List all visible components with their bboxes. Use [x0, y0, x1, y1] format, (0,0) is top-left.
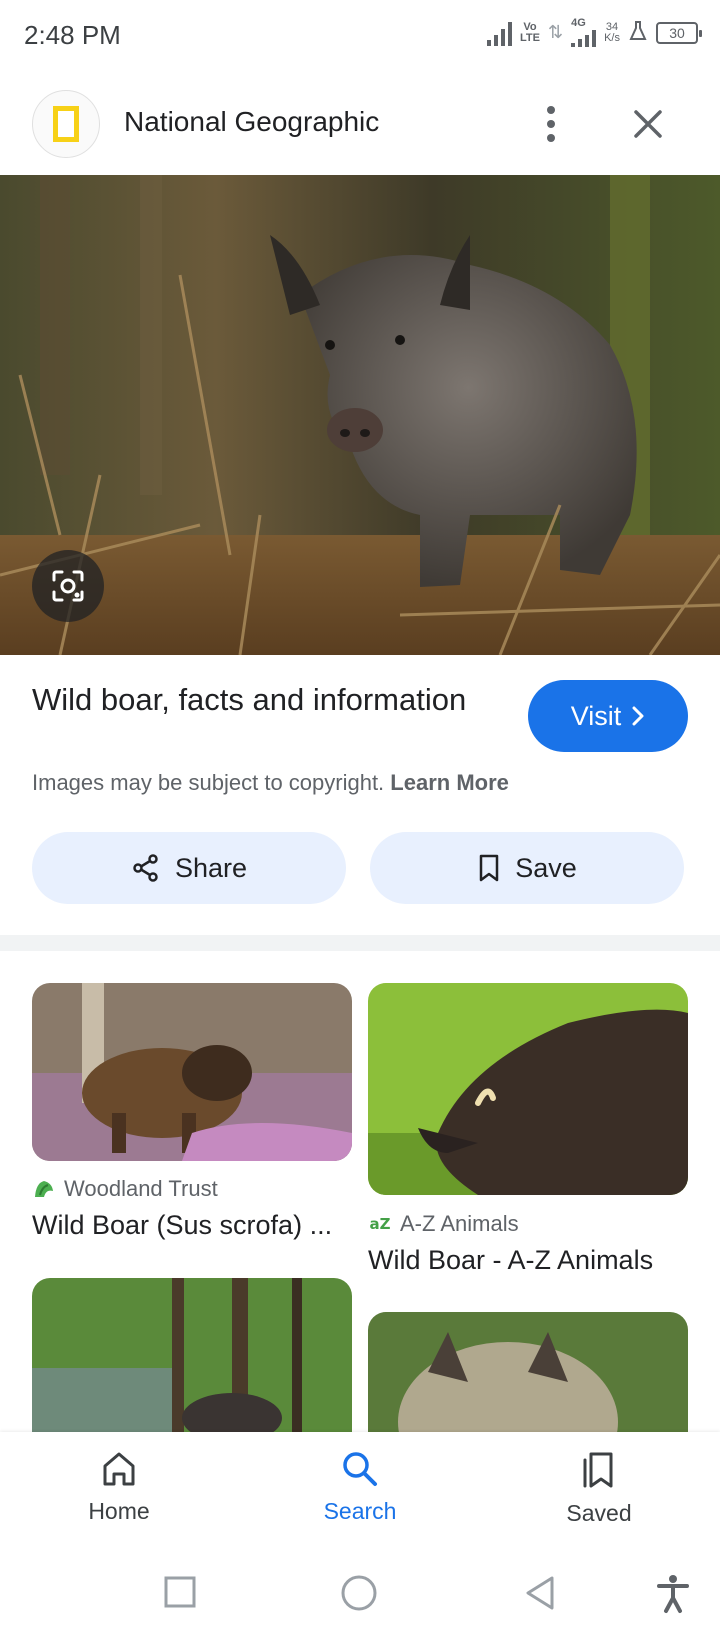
bottom-nav: Home Search Saved — [0, 1432, 720, 1548]
copyright-notice: Images may be subject to copyright. Lear… — [32, 770, 509, 795]
flask-icon — [628, 20, 648, 45]
svg-text:aZ: aZ — [370, 1215, 391, 1233]
nav-saved[interactable]: Saved — [529, 1450, 669, 1527]
site-name[interactable]: National Geographic — [124, 106, 379, 138]
related-source-1[interactable]: Woodland Trust — [32, 1176, 218, 1202]
share-icon — [133, 854, 158, 882]
related-source-2-name: A-Z Animals — [400, 1211, 519, 1236]
net-type-label: 4G — [571, 17, 586, 29]
nav-saved-label: Saved — [566, 1500, 632, 1526]
signal-icon — [487, 20, 513, 46]
close-icon[interactable] — [628, 104, 668, 144]
data-arrows-icon: ⇅ — [548, 22, 564, 42]
saved-collections-icon — [583, 1452, 613, 1488]
chevron-right-icon — [632, 706, 644, 726]
status-bar: 2:48 PM Vo LTE ⇅ 4G 34 K/s 30 — [0, 0, 720, 72]
search-icon — [343, 1452, 377, 1486]
learn-more-link[interactable]: Learn More — [390, 770, 509, 795]
signal-4g: 4G — [571, 17, 597, 47]
related-source-1-name: Woodland Trust — [64, 1176, 218, 1201]
result-title: Wild boar, facts and information — [32, 682, 467, 717]
related-image-3[interactable] — [32, 1278, 352, 1438]
nav-search[interactable]: Search — [290, 1450, 430, 1525]
net-speed: 34 K/s — [604, 20, 620, 44]
related-image-1[interactable] — [32, 983, 352, 1161]
result-header: National Geographic — [0, 84, 720, 174]
status-time: 2:48 PM — [24, 20, 121, 50]
az-animals-icon: aZ — [369, 1214, 391, 1234]
recents-icon[interactable] — [162, 1574, 198, 1610]
related-title-1[interactable]: Wild Boar (Sus scrofa) ... — [32, 1210, 352, 1241]
accessibility-icon[interactable] — [656, 1574, 690, 1614]
volte-indicator: Vo LTE — [520, 20, 540, 44]
visit-label: Visit — [570, 700, 622, 731]
battery-icon: 30 — [656, 21, 702, 44]
bookmark-icon — [479, 854, 499, 882]
nav-search-label: Search — [323, 1498, 397, 1524]
wild-boar-photo — [0, 175, 720, 655]
share-label: Share — [174, 852, 248, 883]
google-lens-button[interactable] — [32, 550, 104, 622]
natgeo-logo-icon — [53, 106, 79, 142]
main-image[interactable] — [0, 175, 720, 655]
system-nav-bar — [0, 1548, 720, 1640]
battery-level: 30 — [669, 24, 685, 41]
nav-home[interactable]: Home — [49, 1450, 189, 1525]
related-image-2[interactable] — [368, 983, 688, 1195]
home-icon — [103, 1452, 135, 1486]
related-title-2[interactable]: Wild Boar - A-Z Animals — [368, 1245, 688, 1276]
related-image-4[interactable] — [368, 1312, 688, 1438]
section-divider — [0, 935, 720, 951]
home-circle-icon[interactable] — [340, 1574, 378, 1612]
status-icons: Vo LTE ⇅ 4G 34 K/s 30 — [487, 17, 702, 47]
back-icon[interactable] — [522, 1574, 558, 1612]
related-source-2[interactable]: aZ A-Z Animals — [368, 1211, 519, 1237]
lens-icon — [52, 570, 84, 602]
share-button[interactable]: Share — [32, 832, 346, 904]
visit-button[interactable]: Visit — [528, 680, 688, 752]
natgeo-logo[interactable] — [32, 90, 100, 158]
save-button[interactable]: Save — [370, 832, 684, 904]
save-label: Save — [515, 852, 577, 883]
more-options-icon[interactable] — [536, 102, 566, 146]
woodland-trust-icon — [35, 1181, 53, 1197]
nav-home-label: Home — [88, 1498, 150, 1524]
